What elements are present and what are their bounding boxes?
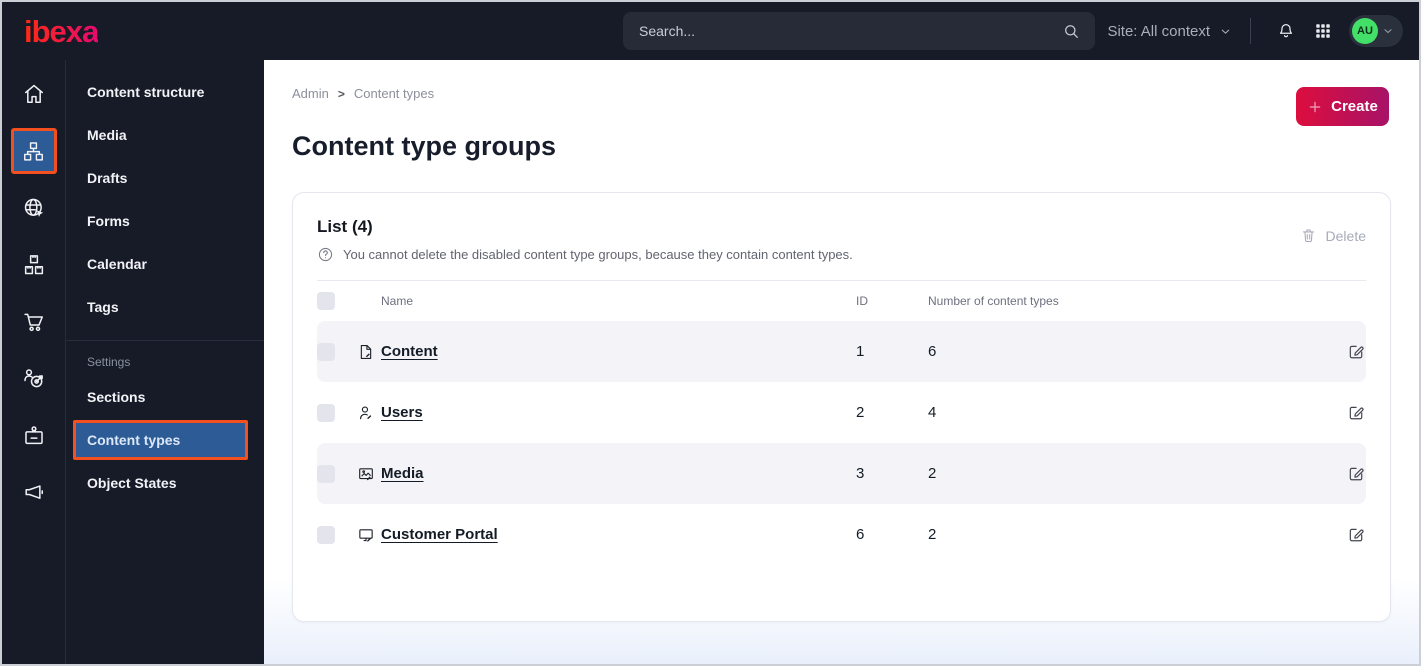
- table-header: Name ID Number of content types: [317, 281, 1366, 321]
- nav-commerce[interactable]: [11, 299, 57, 345]
- sidebar-item-media[interactable]: Media: [66, 113, 264, 156]
- topbar-divider: [1250, 18, 1251, 44]
- plus-icon: [1307, 99, 1323, 115]
- nav-personalization[interactable]: [11, 356, 57, 402]
- sidebar-item-drafts[interactable]: Drafts: [66, 156, 264, 199]
- breadcrumb-content-types: Content types: [353, 86, 435, 101]
- sidebar-section-settings: Settings: [87, 355, 131, 369]
- topbar: ibexa Site: All context: [2, 2, 1419, 60]
- column-name: Name: [381, 294, 414, 308]
- row-checkbox[interactable]: [317, 403, 335, 422]
- group-count: 6: [928, 343, 937, 360]
- search-input[interactable]: [639, 23, 1062, 39]
- group-id: 1: [856, 343, 865, 360]
- sidebar-item-forms[interactable]: Forms: [66, 199, 264, 242]
- monitor-icon: [351, 526, 381, 544]
- nav-campaign[interactable]: [11, 470, 57, 516]
- column-id: ID: [856, 294, 868, 308]
- nav-product-catalog[interactable]: [11, 242, 57, 288]
- group-link[interactable]: Content: [381, 343, 438, 360]
- avatar: AU: [1352, 18, 1378, 44]
- topbar-right-cluster: Site: All context AU: [1079, 15, 1419, 47]
- group-id: 6: [856, 526, 865, 543]
- group-link[interactable]: Users: [381, 404, 423, 421]
- group-count: 2: [928, 526, 937, 543]
- edit-button[interactable]: [1347, 403, 1366, 422]
- group-count: 4: [928, 404, 937, 421]
- home-icon: [21, 81, 47, 107]
- chevron-down-icon: [1219, 25, 1232, 38]
- site-context-label: Site: All context: [1107, 22, 1210, 40]
- edit-button[interactable]: [1347, 342, 1366, 361]
- sidebar-item-object-states[interactable]: Object States: [66, 461, 264, 504]
- person-target-icon: [21, 366, 47, 392]
- breadcrumb-admin[interactable]: Admin: [292, 86, 329, 101]
- megaphone-icon: [21, 480, 47, 506]
- globe-cursor-icon: [21, 195, 47, 221]
- row-checkbox[interactable]: [317, 342, 335, 361]
- main-content: Admin > Content types Create Content typ…: [264, 60, 1419, 664]
- image-icon: [351, 465, 381, 483]
- sidebar-item-content-types[interactable]: Content types: [73, 420, 248, 460]
- nav-admin[interactable]: [11, 413, 57, 459]
- column-count: Number of content types: [928, 294, 1059, 308]
- list-info: You cannot delete the disabled content t…: [317, 246, 1366, 263]
- table-row-customer-portal: Customer Portal 6 2: [317, 504, 1366, 565]
- chevron-down-icon: [1382, 25, 1394, 37]
- app-grid-icon[interactable]: [1314, 22, 1332, 40]
- nav-dashboard[interactable]: [11, 71, 57, 117]
- user-icon: [351, 404, 381, 422]
- list-title: List (4): [317, 217, 373, 236]
- table-row-content: Content 1 6: [317, 321, 1366, 382]
- nav-content[interactable]: [10, 128, 57, 174]
- sidebar-item-sections[interactable]: Sections: [66, 375, 264, 418]
- group-id: 3: [856, 465, 865, 482]
- breadcrumb: Admin > Content types: [292, 86, 1391, 101]
- nav-site[interactable]: [11, 185, 57, 231]
- boxes-icon: [21, 252, 47, 278]
- question-circle-icon: [317, 246, 334, 263]
- ibexa-logo: ibexa: [24, 13, 99, 49]
- edit-button[interactable]: [1347, 464, 1366, 483]
- row-checkbox[interactable]: [317, 464, 335, 483]
- app-window: ibexa Site: All context: [0, 0, 1421, 666]
- sidebar-item-calendar[interactable]: Calendar: [66, 242, 264, 285]
- main-nav-rail: [2, 60, 66, 664]
- delete-button[interactable]: Delete: [1300, 227, 1366, 244]
- file-icon: [351, 343, 381, 361]
- create-button[interactable]: Create: [1296, 87, 1389, 126]
- row-checkbox[interactable]: [317, 525, 335, 544]
- select-all-checkbox[interactable]: [317, 292, 335, 310]
- site-context-selector[interactable]: Site: All context: [1079, 22, 1232, 41]
- breadcrumb-separator: >: [337, 86, 345, 101]
- user-menu[interactable]: AU: [1349, 15, 1403, 47]
- trash-icon: [1300, 227, 1317, 244]
- edit-button[interactable]: [1347, 525, 1366, 544]
- content-sidebar: Content structure Media Drafts Forms Cal…: [66, 60, 264, 664]
- group-count: 2: [928, 465, 937, 482]
- id-badge-icon: [21, 423, 47, 449]
- list-info-text: You cannot delete the disabled content t…: [343, 247, 853, 262]
- table-row-users: Users 2 4: [317, 382, 1366, 443]
- global-search[interactable]: [623, 12, 1095, 50]
- sidebar-item-content-structure[interactable]: Content structure: [66, 70, 264, 113]
- content-type-groups-card: List (4) You cannot delete the disabled …: [292, 192, 1391, 622]
- page-title: Content type groups: [292, 131, 556, 161]
- sitemap-icon: [21, 139, 46, 164]
- group-id: 2: [856, 404, 865, 421]
- cart-icon: [21, 309, 47, 335]
- sidebar-item-tags[interactable]: Tags: [66, 285, 264, 328]
- search-icon[interactable]: [1062, 22, 1081, 41]
- group-link[interactable]: Media: [381, 465, 424, 482]
- table-row-media: Media 3 2: [317, 443, 1366, 504]
- group-link[interactable]: Customer Portal: [381, 526, 498, 543]
- notifications-bell-icon[interactable]: [1276, 21, 1296, 41]
